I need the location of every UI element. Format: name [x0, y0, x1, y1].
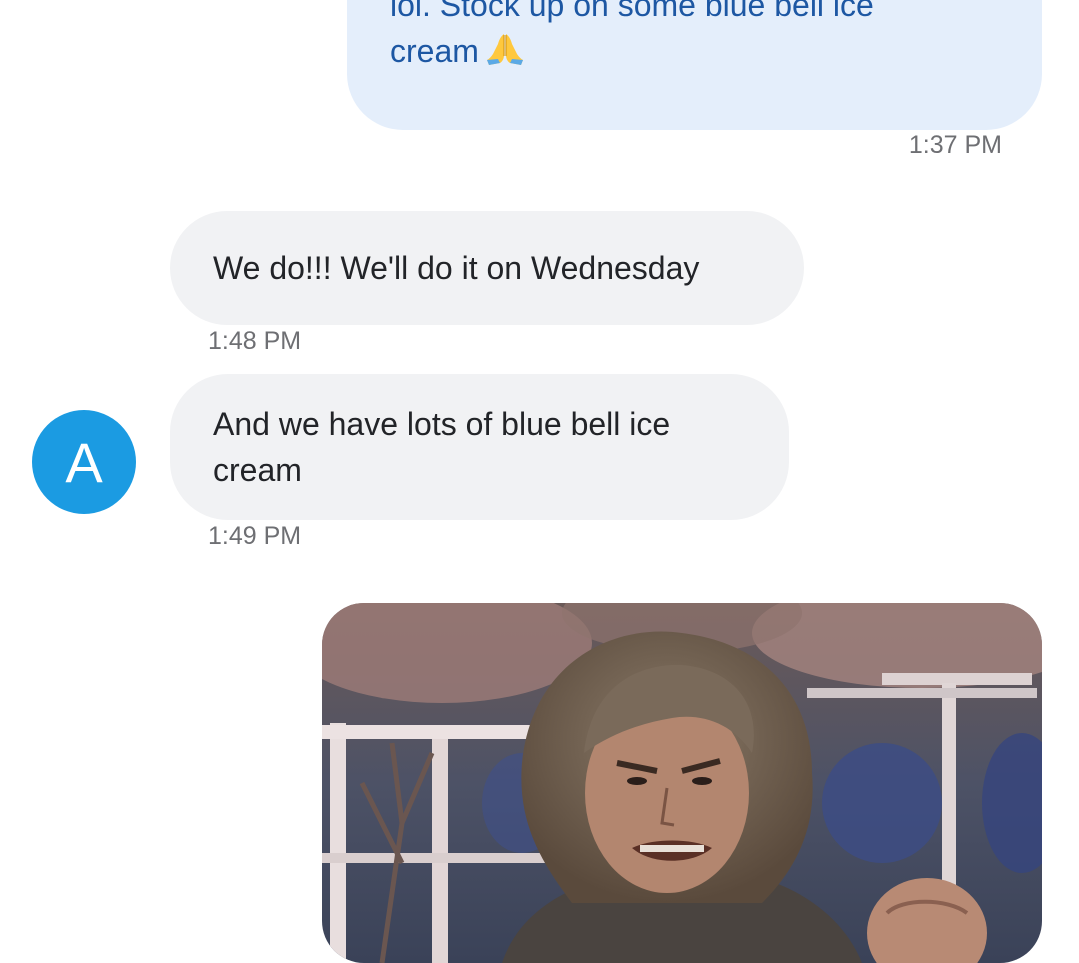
outgoing-message-bubble[interactable]: lol. Stock up on some blue bell ice crea…	[347, 0, 1042, 130]
message-timestamp: 1:49 PM	[208, 522, 302, 550]
incoming-message-bubble[interactable]: We do!!! We'll do it on Wednesday	[170, 211, 804, 325]
contact-avatar[interactable]: A	[32, 410, 136, 514]
message-text: We do!!! We'll do it on Wednesday	[213, 250, 700, 286]
gif-message-image[interactable]	[322, 603, 1042, 963]
message-text-line: And we have lots of blue bell ice	[213, 406, 671, 442]
message-text-fragment: cream	[390, 33, 479, 69]
message-text-line: cream	[390, 28, 1002, 74]
message-timestamp: 1:48 PM	[208, 327, 302, 355]
message-timestamp: 1:37 PM	[908, 131, 1002, 159]
gif-scene-illustration	[322, 603, 1042, 963]
message-text-line: cream	[213, 452, 302, 488]
incoming-message-bubble[interactable]: And we have lots of blue bell ice cream	[170, 374, 789, 520]
folded-hands-emoji-icon	[486, 34, 523, 65]
message-text-line: lol. Stock up on some blue bell ice	[390, 0, 874, 23]
